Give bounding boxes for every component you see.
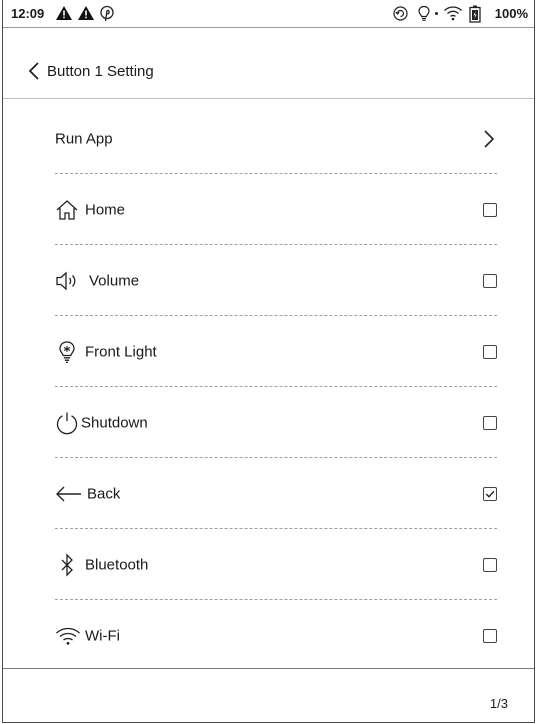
shutdown-label: Shutdown — [81, 414, 148, 432]
back-checkbox[interactable] — [483, 487, 497, 501]
warning-icon — [78, 6, 94, 20]
bluetooth-label: Bluetooth — [85, 556, 149, 574]
home-checkbox[interactable] — [483, 203, 497, 217]
header-divider — [3, 98, 534, 99]
page-indicator[interactable]: 1/3 — [490, 696, 508, 711]
battery-percentage: 100% — [494, 6, 528, 21]
bluetooth-icon — [61, 553, 73, 577]
wifi-status-icon — [444, 6, 462, 21]
home-label: Home — [85, 201, 126, 219]
status-bar: 12:09 100% — [3, 0, 534, 28]
power-icon — [56, 412, 78, 435]
wifi-option[interactable]: Wi-Fi — [55, 600, 497, 672]
wifi-checkbox[interactable] — [483, 629, 497, 643]
home-icon — [56, 200, 78, 220]
volume-checkbox[interactable] — [483, 274, 497, 288]
wifi-icon — [56, 627, 80, 645]
volume-label: Volume — [89, 272, 140, 290]
back-label: Back — [87, 485, 121, 503]
chevron-right-icon — [484, 130, 495, 148]
footer-divider — [3, 668, 534, 669]
battery-icon — [469, 5, 481, 23]
sync-icon — [393, 6, 408, 21]
back-chevron-icon[interactable] — [27, 60, 41, 82]
back-option[interactable]: Back — [55, 458, 497, 530]
page-title: Button 1 Setting — [47, 63, 154, 80]
run-app-item[interactable]: Run App — [55, 103, 497, 175]
device-screen: 12:09 100% Button 1 Setting Run App Home… — [2, 0, 535, 723]
front-light-checkbox[interactable] — [483, 345, 497, 359]
bluetooth-option[interactable]: Bluetooth — [55, 529, 497, 601]
front-light-option[interactable]: Front Light — [55, 316, 497, 388]
back-arrow-icon — [56, 486, 81, 502]
wifi-label: Wi-Fi — [85, 627, 120, 645]
warning-icon — [56, 6, 72, 20]
shutdown-option[interactable]: Shutdown — [55, 387, 497, 459]
status-time: 12:09 — [11, 6, 45, 21]
shutdown-checkbox[interactable] — [483, 416, 497, 430]
volume-option[interactable]: Volume — [55, 245, 497, 317]
page-header: Button 1 Setting — [3, 50, 534, 90]
home-option[interactable]: Home — [55, 174, 497, 246]
run-app-label: Run App — [55, 130, 113, 148]
volume-icon — [56, 271, 76, 291]
front-light-label: Front Light — [85, 343, 157, 361]
front-light-status-icon — [418, 5, 430, 21]
pinterest-icon — [100, 5, 114, 22]
bluetooth-checkbox[interactable] — [483, 558, 497, 572]
light-bulb-icon — [59, 341, 75, 363]
checkmark-icon — [485, 490, 495, 498]
dot-separator — [435, 12, 438, 15]
